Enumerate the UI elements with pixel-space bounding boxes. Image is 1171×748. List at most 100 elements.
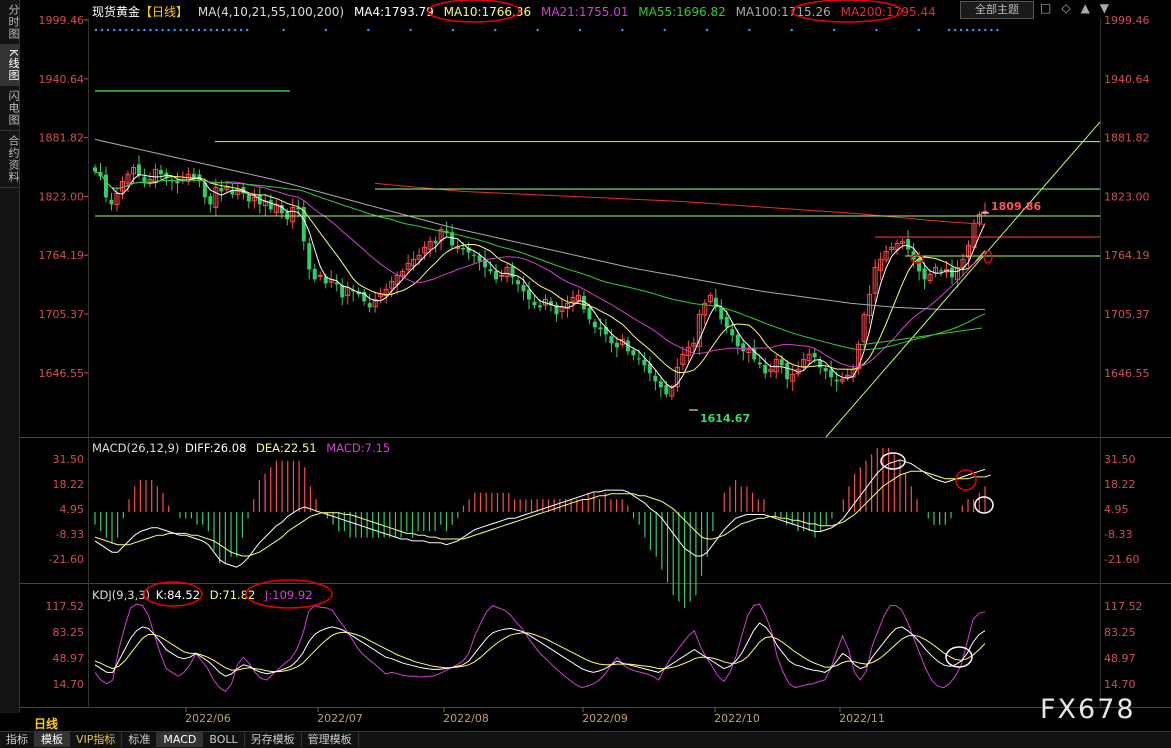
candle-down [219, 188, 224, 192]
ma10-line [94, 170, 986, 374]
candle-down [664, 384, 669, 395]
signal-dot [125, 28, 128, 32]
ma55-tail [859, 327, 983, 346]
macd-tick-right: 31.50 [1104, 453, 1136, 466]
signal-dot [112, 28, 116, 32]
signal-dot [409, 28, 412, 32]
signal-dot [131, 28, 134, 32]
candle-down [527, 289, 532, 300]
kdj-tick-left: 14.70 [53, 678, 85, 691]
macd-highlight-circle [955, 469, 977, 491]
ma21-line [94, 170, 986, 368]
candle-down [724, 316, 729, 328]
signal-dot [978, 28, 981, 32]
signal-dot [221, 28, 225, 32]
macd-tick-left: 18.22 [53, 478, 85, 491]
ma10-highlight-circle [427, 0, 521, 23]
kdj-tick-left: 117.52 [46, 600, 85, 613]
signal-dot [215, 28, 219, 32]
price-tick-right: 1940.64 [1104, 73, 1150, 86]
date-tick: 2022/09 [582, 712, 628, 725]
candle-down [516, 280, 521, 285]
signal-dot [984, 28, 987, 32]
candle-down [779, 359, 784, 366]
price-tick-right: 1646.55 [1104, 367, 1150, 380]
candle-down [532, 301, 537, 306]
signal-dot [282, 28, 285, 32]
signal-dot [748, 28, 751, 32]
candle-down [494, 270, 499, 280]
signal-dot [246, 28, 249, 32]
signal-dot [227, 28, 231, 32]
candle-down [307, 243, 312, 270]
signal-dot [578, 28, 582, 32]
trend-line [825, 121, 1101, 438]
macd-highlight-circle [880, 452, 906, 470]
signal-dot [953, 28, 957, 32]
tab-standard[interactable]: 标准 [122, 732, 158, 747]
candle-down [812, 353, 817, 358]
price-tick-left: 1646.55 [39, 367, 85, 380]
candle-down [109, 199, 114, 205]
tab-save-template[interactable]: 另存模板 [245, 732, 302, 747]
signal-dot [451, 28, 455, 32]
kdj-j-line [94, 603, 986, 693]
candle-up [982, 210, 988, 213]
kdj-tick-right: 14.70 [1104, 678, 1136, 691]
signal-dot [106, 28, 110, 32]
ma55-line [94, 170, 986, 351]
date-tick: 2022/06 [185, 712, 231, 725]
candle-down [735, 334, 740, 347]
date-tick: 2022/08 [443, 712, 489, 725]
signal-dot [143, 28, 146, 32]
signal-dot [155, 28, 158, 32]
candle-down [636, 358, 641, 360]
bottom-toolbar: 指标 模板 VIP指标 标准 MACD BOLL 另存模板 管理模板 [0, 731, 1171, 748]
signal-dot [966, 28, 969, 32]
candle-down [917, 258, 922, 272]
tab-vip-indicator[interactable]: VIP指标 [70, 732, 123, 747]
signal-dot [149, 28, 152, 32]
price-tick-left: 1940.64 [39, 73, 85, 86]
kdj-j-highlight-circle [245, 579, 333, 609]
candle-down [175, 181, 180, 184]
macd-dea-line [94, 470, 991, 557]
kdj-k-line [94, 622, 986, 677]
signal-dot [179, 28, 182, 32]
candle-down [939, 270, 944, 272]
tab-manage-template[interactable]: 管理模板 [302, 732, 359, 747]
signal-dot [972, 28, 975, 32]
date-tick: 2022/10 [714, 712, 760, 725]
price-tick-right: 1823.00 [1104, 190, 1150, 203]
kdj-k-highlight-circle [143, 581, 203, 607]
ma200-highlight-circle [791, 0, 903, 23]
kdj-tick-left: 83.25 [53, 626, 85, 639]
candle-down [587, 307, 592, 320]
price-tick-right: 1705.37 [1104, 308, 1150, 321]
kline-chart[interactable]: 1999.46 1999.46 1940.64 1940.64 1881.82 1881.… [0, 0, 1171, 731]
signal-dot [100, 28, 104, 32]
candle-down [488, 269, 493, 272]
candle-down [208, 196, 213, 205]
period-label[interactable]: 日线 [34, 715, 58, 732]
signal-dot [996, 28, 999, 32]
ma100-line [94, 138, 985, 310]
candle-down [950, 267, 955, 278]
signal-dot [324, 28, 328, 32]
candle-down [614, 342, 619, 348]
candle-down [834, 379, 839, 382]
high-price-label: 1809.86 [991, 200, 1041, 213]
macd-tick-left: 4.95 [60, 503, 85, 516]
signal-dot [161, 28, 164, 32]
tab-indicator[interactable]: 指标 [0, 732, 35, 747]
signal-dot [185, 28, 188, 32]
signal-dot [197, 28, 201, 32]
tab-macd[interactable]: MACD [157, 732, 204, 747]
candle-down [906, 238, 911, 250]
tab-boll[interactable]: BOLL [203, 732, 245, 747]
tab-template[interactable]: 模板 [35, 732, 70, 747]
candle-down [93, 167, 97, 172]
signal-dot [119, 28, 122, 32]
signal-dot [191, 28, 194, 32]
candle-down [823, 367, 828, 372]
